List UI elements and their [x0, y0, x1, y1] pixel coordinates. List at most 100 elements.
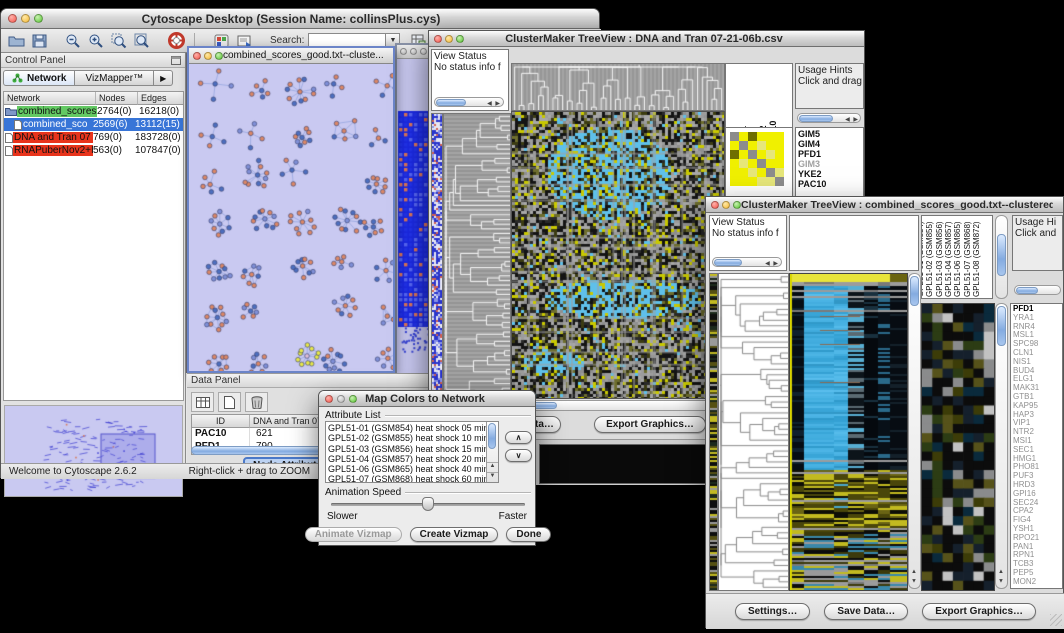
network-row[interactable]: combined_sco2569(6)13112(15): [4, 118, 183, 131]
tv1-heatmap[interactable]: [511, 111, 725, 399]
attribute-item[interactable]: GPL51-02 (GSM855) heat shock 10 min: [328, 433, 496, 443]
column-header-edges[interactable]: Edges: [138, 92, 183, 105]
donebutton[interactable]: Done: [506, 527, 551, 542]
network-row[interactable]: combined_scores2764(0)16218(0): [4, 105, 183, 118]
float-panel-icon[interactable]: [171, 56, 181, 65]
tv1-row-dendrogram[interactable]: [443, 113, 511, 415]
attribute-item[interactable]: GPL51-04 (GSM857) heat shock 20 min: [328, 454, 496, 464]
column-header-network[interactable]: Network: [4, 92, 96, 105]
tv1-summary-heatmap[interactable]: [539, 444, 706, 484]
zoom-out-icon[interactable]: [61, 31, 84, 51]
attribute-item[interactable]: GPL51-03 (GSM856) heat shock 15 min: [328, 444, 496, 454]
close-icon[interactable]: [711, 201, 719, 209]
save-data-button[interactable]: Save Data…: [824, 603, 908, 620]
tab-network[interactable]: Network: [3, 70, 75, 86]
delete-attribute-icon[interactable]: [245, 392, 268, 412]
settings-button[interactable]: Settings…: [735, 603, 810, 620]
network-canvas-2[interactable]: [397, 59, 431, 374]
zoom-window-icon[interactable]: [733, 201, 741, 209]
tv2-status-scrollbar[interactable]: ◀ ▶: [712, 257, 782, 267]
export-graphics-button[interactable]: Export Graphics…: [922, 603, 1036, 620]
attribute-item[interactable]: GPL51-07 (GSM868) heat shock 60 min: [328, 474, 496, 483]
data-col-id[interactable]: ID: [192, 415, 250, 428]
gene-label[interactable]: PAC10: [798, 179, 861, 189]
minimize-icon[interactable]: [410, 48, 417, 55]
zoom-window-icon[interactable]: [34, 14, 43, 23]
resize-grip[interactable]: [1050, 614, 1062, 626]
attribute-item[interactable]: GPL51-01 (GSM854) heat shock 05 min: [328, 423, 496, 433]
window-controls[interactable]: [1, 14, 43, 23]
close-icon[interactable]: [8, 14, 17, 23]
gene-label[interactable]: GIM4: [798, 139, 861, 149]
zoom-window-icon[interactable]: [349, 395, 357, 403]
column-label[interactable]: GPL51-03 (GSM856): [935, 221, 944, 297]
zoom-fit-icon[interactable]: [130, 31, 153, 51]
attribute-list-scrollbar[interactable]: ▲ ▼: [486, 422, 498, 482]
minimize-icon[interactable]: [337, 395, 345, 403]
tv2-heatmap-vscroll[interactable]: ▲ ▼: [908, 273, 921, 589]
column-label[interactable]: GPL51-07 (GSM868): [963, 221, 972, 297]
export-graphics-button[interactable]: Export Graphics…: [594, 416, 706, 433]
close-icon[interactable]: [193, 52, 201, 60]
gene-label[interactable]: MON2: [1013, 578, 1060, 587]
network-row[interactable]: DNA and Tran 07769(0)183728(0): [4, 131, 183, 144]
column-label[interactable]: GPL51-04 (GSM857): [944, 221, 953, 297]
tv2-column-dendrogram[interactable]: [789, 215, 919, 271]
move-down-button[interactable]: ∨: [505, 449, 532, 462]
create-vizmapbutton[interactable]: Create Vizmap: [410, 527, 499, 542]
tv2-zoom-heatmap[interactable]: [921, 303, 995, 591]
zoom-selected-icon[interactable]: [107, 31, 130, 51]
network-canvas[interactable]: [189, 64, 393, 371]
treeview2-title: ClusterMaker TreeView : combined_scores_…: [741, 199, 1053, 211]
network-overview-thumbnail[interactable]: [4, 405, 183, 497]
tv1-hints-scrollbar[interactable]: ◀ ▶: [797, 113, 861, 123]
minimize-icon[interactable]: [204, 52, 212, 60]
zoom-window-icon[interactable]: [456, 35, 464, 43]
minimize-icon[interactable]: [722, 201, 730, 209]
close-icon[interactable]: [434, 35, 442, 43]
gene-label[interactable]: GIM3: [798, 159, 861, 169]
close-icon[interactable]: [325, 395, 333, 403]
column-label[interactable]: GPL51-02 (GSM855): [925, 221, 934, 297]
tv2-global-strip[interactable]: [709, 273, 718, 591]
tv2-heatmap[interactable]: [789, 273, 908, 591]
tv1-status-scrollbar[interactable]: ◀ ▶: [434, 97, 504, 107]
gene-label[interactable]: GIM5: [798, 129, 861, 139]
slider-thumb[interactable]: [422, 497, 434, 511]
attribute-item[interactable]: GPL51-06 (GSM865) heat shock 40 min: [328, 464, 496, 474]
matrix-cell: [766, 168, 775, 177]
tab-vizmapper[interactable]: VizMapper™: [75, 70, 154, 86]
move-up-button[interactable]: ∧: [505, 431, 532, 444]
tv1-heatmap-hscroll[interactable]: [511, 400, 725, 411]
network-name: combined_scores: [17, 106, 97, 117]
minimize-icon[interactable]: [21, 14, 30, 23]
close-icon[interactable]: [400, 48, 407, 55]
attribute-table-icon[interactable]: [191, 392, 214, 412]
gene-label[interactable]: YKE2: [798, 169, 861, 179]
column-label[interactable]: GPL51-06 (GSM865): [953, 221, 962, 297]
matrix-cell: [757, 150, 766, 159]
tv2-hints-scrollbar[interactable]: [1014, 285, 1061, 295]
cytoscape-titlebar[interactable]: Cytoscape Desktop (Session Name: collins…: [1, 9, 599, 29]
help-lifebuoy-icon[interactable]: [165, 31, 188, 51]
zoom-window-icon[interactable]: [215, 52, 223, 60]
tv2-labels-scrollbar[interactable]: [995, 215, 1008, 299]
new-attribute-icon[interactable]: [218, 392, 241, 412]
gene-label[interactable]: PFD1: [798, 149, 861, 159]
network-row[interactable]: RNAPuberNov2+I563(0)107847(0): [4, 144, 183, 157]
tv2-row-dendrogram[interactable]: [718, 273, 789, 591]
column-label[interactable]: GPL51-08 (GSM872): [972, 221, 981, 297]
minimize-icon[interactable]: [445, 35, 453, 43]
zoom-in-icon[interactable]: [84, 31, 107, 51]
animate-vizmapbutton[interactable]: Animate Vizmap: [305, 527, 402, 542]
tv1-column-dendrogram[interactable]: [511, 63, 725, 111]
save-icon[interactable]: [28, 31, 51, 51]
tv1-global-strip[interactable]: [431, 113, 443, 415]
column-header-nodes[interactable]: Nodes: [96, 92, 138, 105]
open-file-icon[interactable]: [5, 31, 28, 51]
tab-overflow[interactable]: ▶: [154, 70, 173, 86]
zoom-window-icon[interactable]: [420, 48, 427, 55]
tv2-zoom-vscroll[interactable]: ▲ ▼: [995, 303, 1008, 589]
attribute-listbox[interactable]: GPL51-01 (GSM854) heat shock 05 minGPL51…: [325, 421, 499, 483]
matrix-cell: [757, 132, 766, 141]
